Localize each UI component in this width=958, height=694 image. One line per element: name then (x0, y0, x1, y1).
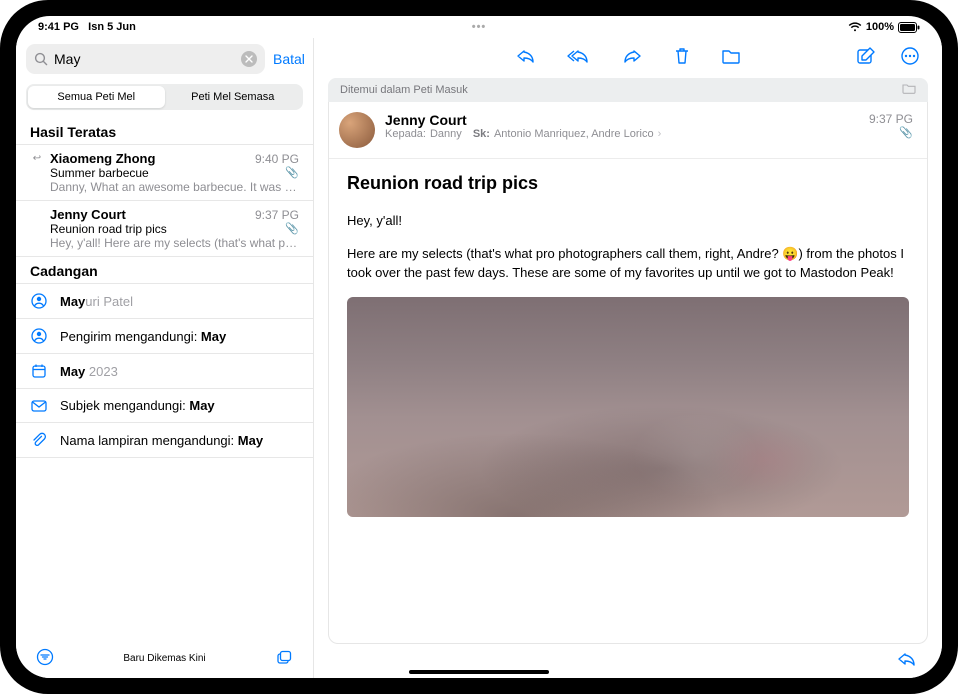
clear-search-button[interactable] (241, 51, 257, 67)
move-button[interactable] (721, 48, 741, 69)
suggestion-attachment-contains[interactable]: Nama lampiran mengandungi: May (16, 423, 313, 458)
reply-arrow-icon: ↩︎ (30, 153, 44, 164)
message-paragraph: Here are my selects (that's what pro pho… (347, 245, 909, 283)
suggestion-text: Subjek mengandungi: May (60, 398, 215, 413)
wifi-icon (848, 22, 862, 32)
paperclip-icon: 📎 (285, 222, 299, 235)
chevron-right-icon: › (658, 128, 662, 140)
more-button[interactable] (900, 46, 920, 71)
message-body: Reunion road trip pics Hey, y'all! Here … (329, 159, 927, 643)
suggestion-person[interactable]: Mayuri Patel (16, 284, 313, 319)
cancel-button[interactable]: Batal (273, 51, 305, 67)
result-item[interactable]: ↩︎ Xiaomeng Zhong 9:40 PG Summer barbecu… (16, 145, 313, 201)
sender-name[interactable]: Jenny Court (385, 112, 859, 128)
calendar-icon (30, 363, 48, 379)
result-preview: Hey, y'all! Here are my selects (that's … (50, 236, 299, 250)
paperclip-icon: 📎 (869, 126, 913, 139)
envelope-icon (30, 400, 48, 412)
message-pane: Ditemui dalam Peti Masuk Jenny Court Kep… (314, 38, 942, 678)
filter-icon[interactable] (36, 648, 54, 669)
ipad-frame: 9:41 PG Isn 5 Jun ••• 100% (0, 0, 958, 694)
status-left: 9:41 PG Isn 5 Jun (38, 21, 136, 33)
status-date: Isn 5 Jun (88, 21, 136, 33)
forward-button[interactable] (621, 47, 643, 70)
folder-small-icon (902, 83, 916, 97)
close-icon (245, 55, 253, 63)
result-time: 9:40 PG (255, 152, 299, 166)
scope-current-mailbox[interactable]: Peti Mel Semasa (165, 86, 302, 108)
updated-label: Baru Dikemas Kini (123, 653, 205, 664)
stack-icon[interactable] (275, 648, 293, 669)
suggestion-text: May 2023 (60, 364, 118, 379)
suggestion-sender-contains[interactable]: Pengirim mengandungi: May (16, 319, 313, 354)
found-in-label: Ditemui dalam Peti Masuk (340, 84, 468, 96)
result-sender: Xiaomeng Zhong (50, 151, 255, 166)
scope-all-mailboxes[interactable]: Semua Peti Mel (28, 86, 165, 108)
suggestion-subject-contains[interactable]: Subjek mengandungi: May (16, 389, 313, 423)
result-subject: Summer barbecue📎 (50, 166, 299, 180)
avatar[interactable] (339, 112, 375, 148)
reply-button[interactable] (515, 47, 537, 70)
result-item[interactable]: Jenny Court 9:37 PG Reunion road trip pi… (16, 201, 313, 257)
result-time: 9:37 PG (255, 208, 299, 222)
paperclip-icon (30, 432, 48, 448)
search-icon (34, 52, 48, 66)
found-in-bar: Ditemui dalam Peti Masuk (328, 78, 928, 102)
suggestion-text: Pengirim mengandungi: May (60, 329, 226, 344)
search-field[interactable] (26, 44, 265, 74)
message-subject: Reunion road trip pics (347, 173, 909, 194)
screen: 9:41 PG Isn 5 Jun ••• 100% (16, 16, 942, 678)
message-footer (314, 644, 942, 678)
suggestion-text: Nama lampiran mengandungi: May (60, 433, 263, 448)
battery-icon (898, 22, 920, 33)
status-right: 100% (848, 21, 920, 33)
person-circle-icon (30, 293, 48, 309)
top-results-header: Hasil Teratas (16, 118, 313, 144)
battery-percent: 100% (866, 21, 894, 33)
suggestions-header: Cadangan (16, 257, 313, 283)
suggestion-date[interactable]: May 2023 (16, 354, 313, 389)
status-bar: 9:41 PG Isn 5 Jun ••• 100% (16, 16, 942, 38)
sidebar: Batal Semua Peti Mel Peti Mel Semasa Has… (16, 38, 314, 678)
multitask-dots-icon[interactable]: ••• (472, 21, 487, 33)
attached-photo[interactable] (347, 297, 909, 517)
recipients-line[interactable]: Kepada: Danny Sk: Antonio Manriquez, And… (385, 128, 859, 140)
trash-button[interactable] (673, 46, 691, 71)
person-circle-icon (30, 328, 48, 344)
result-preview: Danny, What an awesome barbecue. It was … (50, 180, 299, 194)
paperclip-icon: 📎 (285, 166, 299, 179)
search-input[interactable] (54, 51, 235, 67)
result-sender: Jenny Court (50, 207, 255, 222)
compose-button[interactable] (856, 46, 876, 71)
reply-footer-button[interactable] (896, 650, 918, 673)
sidebar-footer: Baru Dikemas Kini (16, 638, 313, 678)
reply-all-button[interactable] (567, 47, 591, 70)
message-header: Jenny Court Kepada: Danny Sk: Antonio Ma… (329, 102, 927, 159)
result-subject: Reunion road trip pics📎 (50, 222, 299, 236)
message-greeting: Hey, y'all! (347, 212, 909, 231)
home-indicator[interactable] (409, 670, 549, 674)
search-scope-segmented[interactable]: Semua Peti Mel Peti Mel Semasa (26, 84, 303, 110)
status-time: 9:41 PG (38, 21, 79, 33)
suggestion-text: Mayuri Patel (60, 294, 133, 309)
message-toolbar (314, 38, 942, 78)
message-time: 9:37 PG (869, 112, 913, 126)
